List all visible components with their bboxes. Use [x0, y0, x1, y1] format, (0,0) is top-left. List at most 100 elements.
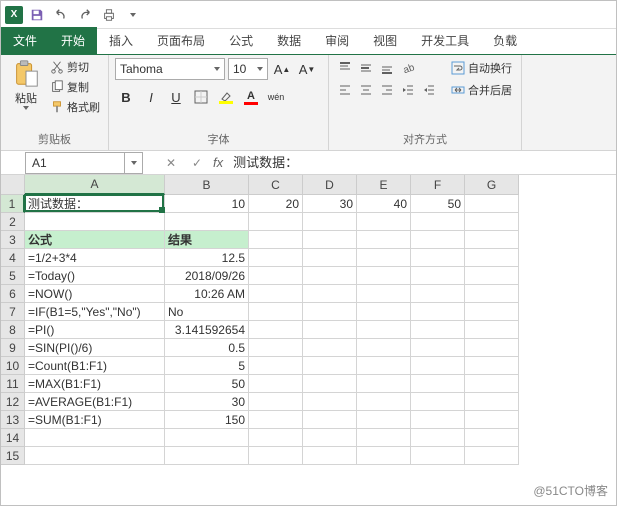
cell-B4[interactable]: 12.5	[165, 249, 249, 267]
cell-C15[interactable]	[249, 447, 303, 465]
cell-D8[interactable]	[303, 321, 357, 339]
cell-A14[interactable]	[25, 429, 165, 447]
cell-F6[interactable]	[411, 285, 465, 303]
row-header-11[interactable]: 11	[1, 375, 25, 393]
align-right-button[interactable]	[377, 80, 397, 100]
cell-B1[interactable]: 10	[165, 195, 249, 213]
cell-D12[interactable]	[303, 393, 357, 411]
cell-A11[interactable]: =MAX(B1:F1)	[25, 375, 165, 393]
cell-E13[interactable]	[357, 411, 411, 429]
cell-G1[interactable]	[465, 195, 519, 213]
cell-C9[interactable]	[249, 339, 303, 357]
align-left-button[interactable]	[335, 80, 355, 100]
cell-D15[interactable]	[303, 447, 357, 465]
cell-F11[interactable]	[411, 375, 465, 393]
cell-G4[interactable]	[465, 249, 519, 267]
grow-font-button[interactable]: A▲	[271, 58, 293, 80]
cell-F8[interactable]	[411, 321, 465, 339]
cell-B6[interactable]: 10:26 AM	[165, 285, 249, 303]
paste-button[interactable]: 粘贴	[7, 58, 45, 110]
cell-F12[interactable]	[411, 393, 465, 411]
cell-D9[interactable]	[303, 339, 357, 357]
font-name-select[interactable]: Tahoma	[115, 58, 225, 80]
cell-F13[interactable]	[411, 411, 465, 429]
cell-D5[interactable]	[303, 267, 357, 285]
cell-B9[interactable]: 0.5	[165, 339, 249, 357]
qat-more-icon[interactable]	[123, 5, 143, 25]
cell-E14[interactable]	[357, 429, 411, 447]
cell-B15[interactable]	[165, 447, 249, 465]
cell-F7[interactable]	[411, 303, 465, 321]
cell-G15[interactable]	[465, 447, 519, 465]
cell-C14[interactable]	[249, 429, 303, 447]
border-button[interactable]	[190, 86, 212, 108]
orientation-button[interactable]: ab	[398, 58, 418, 78]
cell-C5[interactable]	[249, 267, 303, 285]
print-icon[interactable]	[99, 5, 119, 25]
cell-C12[interactable]	[249, 393, 303, 411]
cell-A8[interactable]: =PI()	[25, 321, 165, 339]
format-painter-button[interactable]: 格式刷	[48, 98, 102, 116]
cell-F4[interactable]	[411, 249, 465, 267]
cell-D10[interactable]	[303, 357, 357, 375]
cell-B3[interactable]: 结果	[165, 231, 249, 249]
cell-C3[interactable]	[249, 231, 303, 249]
cells-area[interactable]: 测试数据：1020304050公式结果=1/2+3*412.5=Today()2…	[25, 195, 519, 505]
cell-G5[interactable]	[465, 267, 519, 285]
cell-G11[interactable]	[465, 375, 519, 393]
cell-B7[interactable]: No	[165, 303, 249, 321]
name-box-dropdown[interactable]	[125, 152, 143, 174]
copy-button[interactable]: 复制	[48, 78, 102, 96]
cell-A9[interactable]: =SIN(PI()/6)	[25, 339, 165, 357]
cell-F10[interactable]	[411, 357, 465, 375]
row-header-5[interactable]: 5	[1, 267, 25, 285]
cell-D2[interactable]	[303, 213, 357, 231]
align-middle-button[interactable]	[356, 58, 376, 78]
cell-A5[interactable]: =Today()	[25, 267, 165, 285]
select-all-corner[interactable]	[1, 175, 25, 195]
cell-A3[interactable]: 公式	[25, 231, 165, 249]
cell-C11[interactable]	[249, 375, 303, 393]
cell-C1[interactable]: 20	[249, 195, 303, 213]
cell-A1[interactable]: 测试数据：	[25, 195, 165, 213]
cell-E15[interactable]	[357, 447, 411, 465]
row-header-12[interactable]: 12	[1, 393, 25, 411]
cell-G10[interactable]	[465, 357, 519, 375]
cell-D13[interactable]	[303, 411, 357, 429]
redo-icon[interactable]	[75, 5, 95, 25]
column-header-F[interactable]: F	[411, 175, 465, 195]
column-header-A[interactable]: A	[25, 175, 165, 195]
row-header-2[interactable]: 2	[1, 213, 25, 231]
row-header-7[interactable]: 7	[1, 303, 25, 321]
tab-review[interactable]: 审阅	[313, 27, 361, 54]
row-header-1[interactable]: 1	[1, 195, 25, 213]
row-header-13[interactable]: 13	[1, 411, 25, 429]
font-size-select[interactable]: 10	[228, 58, 268, 80]
cell-C8[interactable]	[249, 321, 303, 339]
cell-C4[interactable]	[249, 249, 303, 267]
row-header-8[interactable]: 8	[1, 321, 25, 339]
bold-button[interactable]: B	[115, 86, 137, 108]
row-header-4[interactable]: 4	[1, 249, 25, 267]
cell-C6[interactable]	[249, 285, 303, 303]
cell-D14[interactable]	[303, 429, 357, 447]
wrap-text-button[interactable]: 自动换行	[448, 58, 515, 78]
tab-load[interactable]: 负载	[481, 27, 529, 54]
row-header-9[interactable]: 9	[1, 339, 25, 357]
tab-home[interactable]: 开始	[49, 27, 97, 54]
cell-G14[interactable]	[465, 429, 519, 447]
cell-F9[interactable]	[411, 339, 465, 357]
cell-F1[interactable]: 50	[411, 195, 465, 213]
increase-indent-button[interactable]	[419, 80, 439, 100]
cell-F14[interactable]	[411, 429, 465, 447]
cell-E12[interactable]	[357, 393, 411, 411]
cell-E8[interactable]	[357, 321, 411, 339]
cell-C2[interactable]	[249, 213, 303, 231]
cell-F2[interactable]	[411, 213, 465, 231]
cell-F5[interactable]	[411, 267, 465, 285]
column-header-D[interactable]: D	[303, 175, 357, 195]
cell-D1[interactable]: 30	[303, 195, 357, 213]
row-header-14[interactable]: 14	[1, 429, 25, 447]
shrink-font-button[interactable]: A▼	[296, 58, 318, 80]
cancel-formula-icon[interactable]: ✕	[161, 153, 181, 173]
